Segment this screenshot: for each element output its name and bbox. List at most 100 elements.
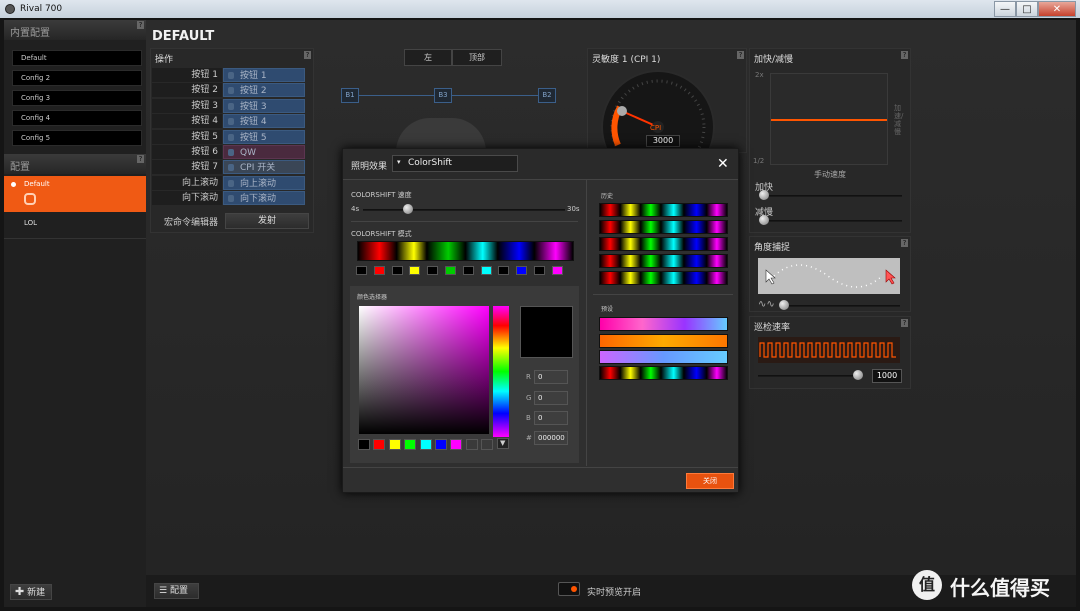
action-row-label: 按钮 4 bbox=[152, 114, 222, 129]
plus-icon: ✚ bbox=[15, 585, 25, 598]
preset-strip[interactable] bbox=[599, 334, 728, 348]
speed-slider-knob[interactable] bbox=[403, 204, 413, 214]
color-swatch[interactable] bbox=[373, 439, 386, 450]
action-row-value[interactable]: 按钮 2 bbox=[223, 83, 305, 98]
mouse-button-b3[interactable]: B3 bbox=[434, 88, 452, 103]
mouse-image bbox=[396, 118, 486, 152]
color-stop[interactable] bbox=[516, 266, 528, 275]
angle-slider-knob[interactable] bbox=[779, 300, 789, 310]
b-input[interactable]: 0 bbox=[534, 411, 568, 425]
profile-name: Default bbox=[24, 180, 50, 188]
color-swatch[interactable] bbox=[435, 439, 447, 450]
color-swatch[interactable] bbox=[404, 439, 417, 450]
builtin-config-item[interactable]: Config 4 bbox=[12, 110, 142, 126]
history-strip[interactable] bbox=[599, 203, 728, 217]
dialog-close-icon[interactable]: ✕ bbox=[717, 156, 729, 172]
hue-slider[interactable] bbox=[493, 306, 509, 437]
builtin-config-item[interactable]: Config 3 bbox=[12, 90, 142, 106]
polling-value[interactable]: 1000 bbox=[872, 369, 902, 383]
color-swatch[interactable] bbox=[358, 439, 370, 450]
tab-left[interactable]: 左 bbox=[404, 49, 452, 66]
action-row-value[interactable]: 向上滚动 bbox=[223, 175, 305, 190]
action-row-label: 向上滚动 bbox=[152, 175, 222, 190]
color-swatch[interactable] bbox=[481, 439, 494, 450]
action-row-label: 按钮 6 bbox=[152, 145, 222, 159]
color-stop[interactable] bbox=[445, 266, 456, 275]
close-window-button[interactable]: ✕ bbox=[1038, 1, 1076, 17]
color-stop[interactable] bbox=[462, 266, 474, 275]
history-strip[interactable] bbox=[599, 220, 728, 234]
decel-slider-knob[interactable] bbox=[759, 215, 769, 225]
builtin-config-item[interactable]: Default bbox=[12, 50, 142, 66]
profile-item-default[interactable]: Default bbox=[4, 176, 146, 212]
action-value: 向上滚动 bbox=[240, 178, 277, 189]
mouse-button-b2[interactable]: B2 bbox=[538, 88, 556, 103]
saturation-brightness-area[interactable] bbox=[359, 306, 489, 434]
angle-header: 角度捕捉 bbox=[754, 243, 791, 253]
r-input[interactable]: 0 bbox=[534, 370, 568, 384]
watermark-logo: 值 bbox=[912, 570, 942, 600]
hex-input[interactable]: 000000 bbox=[534, 431, 568, 445]
effect-dropdown[interactable]: ▾ ColorShift bbox=[392, 155, 518, 172]
decel-slider-track[interactable] bbox=[764, 220, 902, 222]
fire-button[interactable]: 发射 bbox=[225, 213, 309, 229]
color-swatch[interactable] bbox=[450, 439, 463, 450]
history-strip[interactable] bbox=[599, 254, 728, 268]
chevron-down-icon: ▼ bbox=[500, 439, 506, 447]
close-button[interactable]: 关闭 bbox=[686, 473, 734, 489]
builtin-config-item[interactable]: Config 5 bbox=[12, 130, 142, 146]
color-stop[interactable] bbox=[409, 266, 421, 275]
maximize-button[interactable]: □ bbox=[1016, 1, 1038, 17]
colorshift-mode-strip[interactable] bbox=[357, 241, 574, 261]
history-strip[interactable] bbox=[599, 271, 728, 285]
accel-slider-knob[interactable] bbox=[759, 190, 769, 200]
swatch-expand-button[interactable]: ▼ bbox=[497, 438, 509, 449]
color-stop[interactable] bbox=[427, 266, 439, 275]
polling-slider-knob[interactable] bbox=[853, 370, 863, 380]
mouse-button-b1[interactable]: B1 bbox=[341, 88, 359, 103]
accel-graph bbox=[770, 73, 888, 165]
color-stop[interactable] bbox=[391, 266, 403, 275]
angle-slider-track[interactable] bbox=[785, 305, 900, 307]
live-preview-toggle[interactable] bbox=[558, 582, 580, 596]
action-row-value[interactable]: 按钮 4 bbox=[223, 114, 305, 129]
action-row-value[interactable]: 向下滚动 bbox=[223, 191, 305, 206]
macro-editor-label[interactable]: 宏命令编辑器 bbox=[164, 215, 218, 228]
divider bbox=[593, 294, 733, 295]
cpi-value[interactable]: 3000 bbox=[646, 135, 680, 147]
profile-item-lol[interactable]: LOL bbox=[4, 216, 146, 232]
new-profile-button[interactable]: ✚ 新建 bbox=[10, 584, 52, 600]
preset-strip[interactable] bbox=[599, 317, 728, 331]
g-input[interactable]: 0 bbox=[534, 391, 568, 405]
color-stop[interactable] bbox=[498, 266, 510, 275]
action-icon bbox=[228, 102, 234, 110]
preset-strip[interactable] bbox=[599, 366, 728, 380]
color-stop[interactable] bbox=[551, 266, 563, 275]
history-strip[interactable] bbox=[599, 237, 728, 251]
active-profile-dot bbox=[11, 182, 16, 187]
preset-strip[interactable] bbox=[599, 350, 728, 364]
color-swatch[interactable] bbox=[388, 439, 401, 450]
color-stop[interactable] bbox=[534, 266, 545, 275]
profile-icon bbox=[24, 193, 36, 205]
accel-slider-track[interactable] bbox=[764, 195, 902, 197]
color-stop[interactable] bbox=[356, 266, 367, 275]
action-row-value[interactable]: CPI 开关 bbox=[223, 160, 305, 175]
color-stop[interactable] bbox=[373, 266, 385, 275]
action-row-value[interactable]: QW bbox=[223, 145, 305, 159]
tab-top[interactable]: 顶部 bbox=[452, 49, 502, 66]
polling-panel: 巡检速率 ? 1000 bbox=[749, 316, 911, 389]
speed-slider-track[interactable] bbox=[363, 209, 565, 211]
color-swatch[interactable] bbox=[419, 439, 432, 450]
action-value: 按钮 3 bbox=[240, 101, 267, 112]
action-row-value[interactable]: 按钮 3 bbox=[223, 98, 305, 113]
minimize-button[interactable]: — bbox=[994, 1, 1016, 17]
builtin-config-item[interactable]: Config 2 bbox=[12, 70, 142, 86]
action-row-value[interactable]: 按钮 5 bbox=[223, 129, 305, 144]
action-row-value[interactable]: 按钮 1 bbox=[223, 68, 305, 82]
color-stop[interactable] bbox=[480, 266, 492, 275]
profile-list-button[interactable]: ☰ 配置 bbox=[154, 583, 199, 599]
color-swatch[interactable] bbox=[465, 439, 478, 450]
lighting-dialog: 照明效果 ▾ ColorShift ✕ COLORSHIFT 速度 4s 30s… bbox=[342, 148, 739, 493]
polling-slider-track[interactable] bbox=[758, 375, 858, 377]
